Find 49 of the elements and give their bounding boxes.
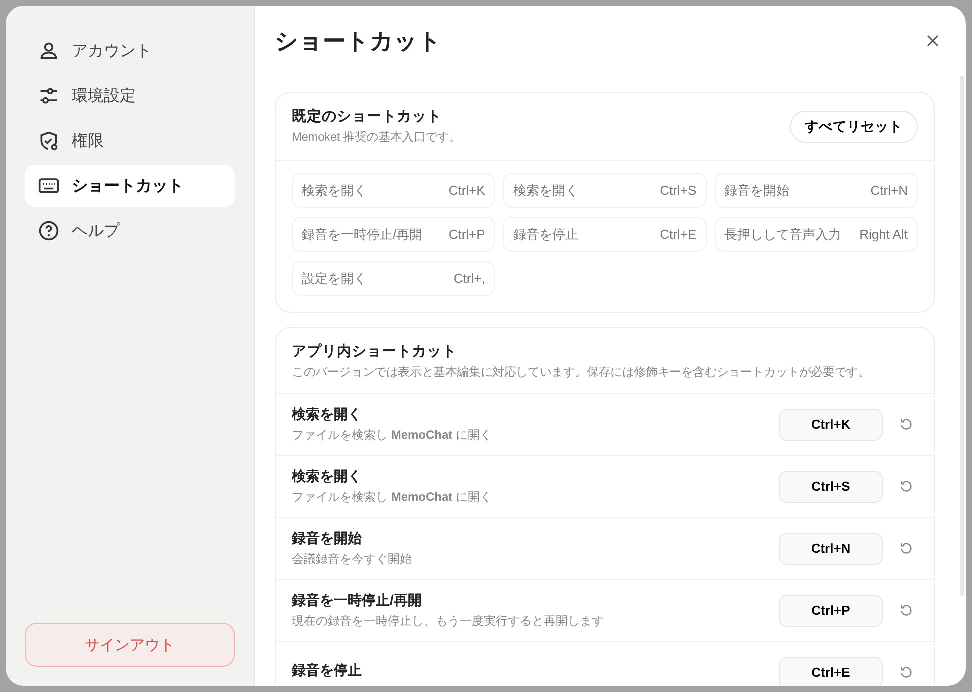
shortcut-title: 録音を一時停止/再開: [292, 592, 423, 610]
card-title: アプリ内ショートカット: [292, 342, 458, 361]
shortcut-action: 設定を開く: [302, 270, 367, 288]
shortcut-action: 録音を停止: [513, 226, 578, 244]
shortcut-action: 検索を開く: [513, 182, 578, 200]
key-binding-field[interactable]: Ctrl+P: [779, 594, 883, 626]
shortcut-title: 検索を開く: [292, 406, 363, 424]
reset-icon[interactable]: [899, 603, 914, 618]
key-binding-field[interactable]: Ctrl+S: [779, 470, 883, 502]
reset-all-button[interactable]: すべてリセット: [790, 110, 918, 142]
sidebar-item[interactable]: 権限: [25, 120, 235, 162]
sidebar-item[interactable]: 環境設定: [25, 75, 235, 117]
shield-gear-icon: [38, 130, 60, 152]
shortcut-description: ファイルを検索し MemoChat に開く: [292, 488, 494, 506]
shortcut-keys: Ctrl+S: [660, 183, 697, 198]
shortcut-keys: Ctrl+P: [448, 227, 486, 242]
reset-icon[interactable]: [899, 417, 914, 432]
key-binding-field[interactable]: Ctrl+K: [779, 408, 883, 440]
reset-icon[interactable]: [899, 665, 914, 680]
shortcut-description: 現在の録音を一時停止し、もう一度実行すると再開します: [292, 612, 605, 630]
shortcut-action: 長押しして音声入力: [724, 226, 842, 244]
sidebar-item[interactable]: ヘルプ: [25, 210, 235, 252]
shortcut-keys: Ctrl+N: [870, 183, 908, 198]
shortcut-keys: Ctrl+,: [454, 271, 486, 286]
shortcut-title: 録音を停止: [292, 662, 363, 680]
card-subtitle: Memoket 推奨の基本入口です。: [292, 129, 462, 146]
help-icon: [38, 220, 60, 242]
reset-icon[interactable]: [899, 541, 914, 556]
page-title: ショートカット: [275, 26, 442, 56]
shortcut-title: 検索を開く: [292, 468, 363, 486]
key-binding-field[interactable]: Ctrl+N: [779, 532, 883, 564]
shortcut-description: 会議録音を今すぐ開始: [292, 550, 413, 568]
sliders-icon: [38, 85, 60, 107]
key-binding-field[interactable]: Ctrl+E: [779, 656, 883, 686]
shortcut-keys: Ctrl+K: [448, 183, 486, 198]
sidebar-item[interactable]: ショートカット: [25, 165, 235, 207]
sidebar-item[interactable]: アカウント: [25, 30, 235, 72]
shortcut-keys: Right Alt: [860, 227, 908, 242]
shortcut-title: 録音を開始: [292, 530, 363, 548]
shortcut-action: 録音を一時停止/再開: [302, 226, 423, 244]
card-title: 既定のショートカット: [292, 108, 443, 126]
card-subtitle: このバージョンでは表示と基本編集に対応しています。保存には修飾キーを含むショートカットが必要です。: [292, 364, 872, 381]
shortcut-action: 録音を開始: [724, 182, 790, 200]
shortcut-keys: Ctrl+E: [660, 227, 697, 242]
reset-icon[interactable]: [899, 479, 914, 494]
shortcut-description: ファイルを検索し MemoChat に開く: [292, 426, 494, 444]
close-icon[interactable]: [925, 33, 941, 49]
person-icon: [38, 40, 60, 62]
shortcut-action: 検索を開く: [302, 182, 367, 200]
